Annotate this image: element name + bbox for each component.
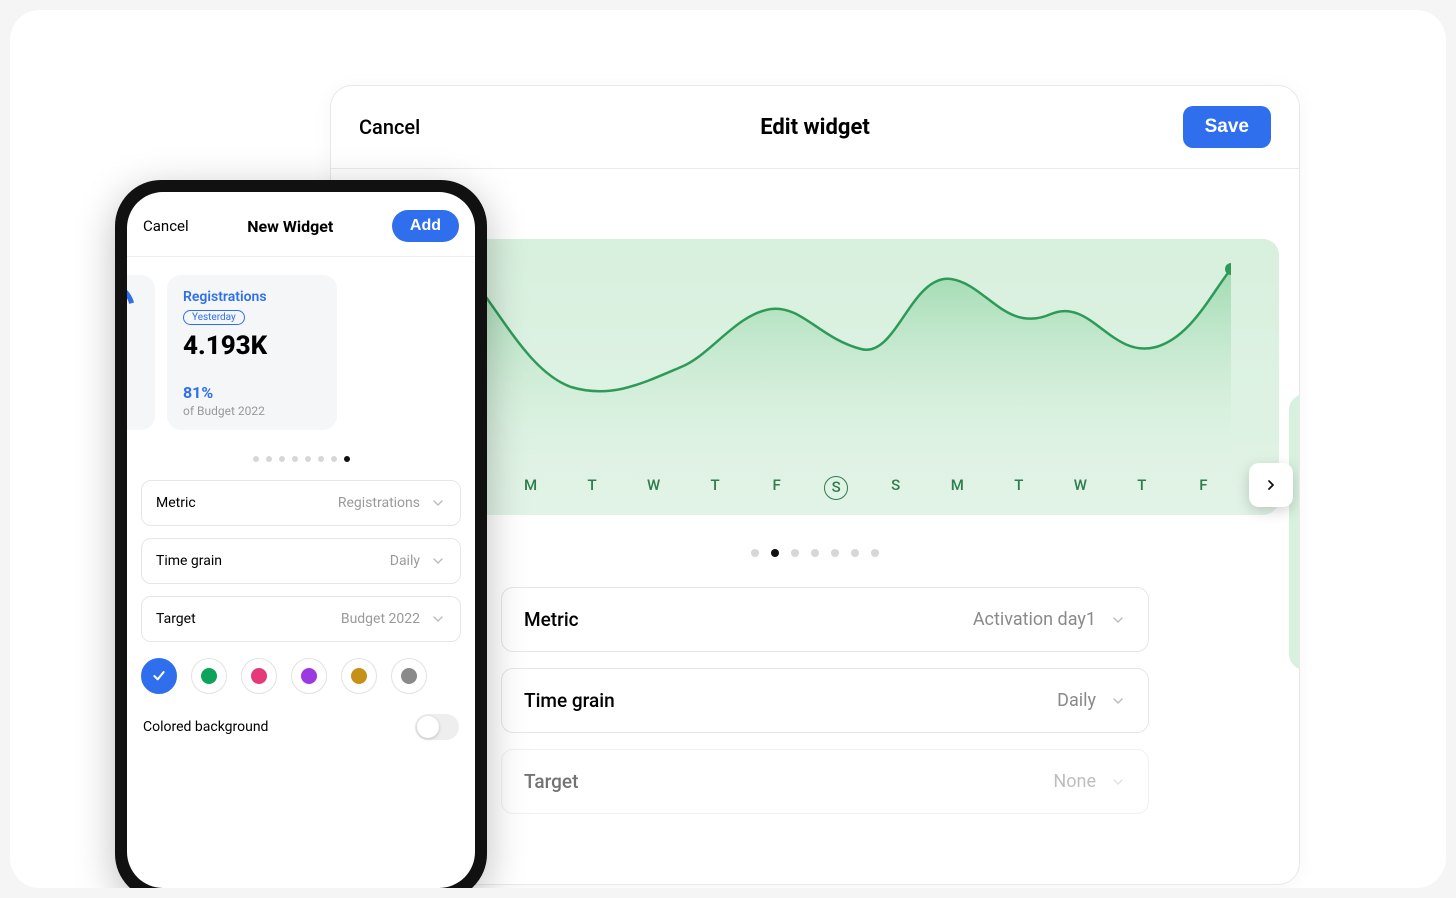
target-label: Target	[156, 611, 196, 627]
color-dot	[351, 668, 367, 684]
colored-background-toggle[interactable]	[415, 714, 459, 740]
pager-dot[interactable]	[344, 456, 350, 462]
time-grain-value: Daily	[1057, 690, 1096, 711]
color-dot	[301, 668, 317, 684]
chevron-down-icon	[1110, 774, 1126, 790]
pager-dot[interactable]	[811, 549, 819, 557]
target-value: Budget 2022	[341, 611, 420, 627]
color-swatches	[127, 642, 475, 704]
target-value: None	[1053, 771, 1096, 792]
metric-value: Activation day1	[973, 609, 1096, 630]
time-grain-select[interactable]: Time grain Daily	[501, 668, 1149, 733]
color-swatch[interactable]	[341, 658, 377, 694]
day-tick: F	[763, 476, 791, 500]
color-swatch[interactable]	[141, 658, 177, 694]
pager-dot[interactable]	[771, 549, 779, 557]
day-tick: T	[1128, 476, 1156, 500]
new-widget-screen: Cancel New Widget Add 4K ations et 2022 …	[127, 192, 475, 888]
widget-value: 4.193K	[183, 331, 321, 361]
day-tick: T	[701, 476, 729, 500]
metric-select[interactable]: Metric Activation day1	[501, 587, 1149, 652]
metric-select[interactable]: Metric Registrations	[141, 480, 461, 526]
pager-dot[interactable]	[292, 456, 298, 462]
target-select[interactable]: Target None	[501, 749, 1149, 814]
color-swatch[interactable]	[391, 658, 427, 694]
widget-card-registrations[interactable]: Registrations Yesterday 4.193K 81% of Bu…	[167, 275, 337, 430]
pager-dot[interactable]	[305, 456, 311, 462]
time-grain-select[interactable]: Time grain Daily	[141, 538, 461, 584]
time-grain-value: Daily	[390, 553, 420, 569]
widget-preview-scroll[interactable]: 4K ations et 2022 Registrations Yesterda…	[127, 257, 475, 430]
toggle-knob	[417, 716, 439, 738]
time-grain-label: Time grain	[524, 689, 615, 712]
day-tick: M	[943, 476, 971, 500]
pager-dot[interactable]	[279, 456, 285, 462]
pager-dot[interactable]	[851, 549, 859, 557]
widget-title: Registrations	[183, 289, 321, 305]
pager-dot[interactable]	[318, 456, 324, 462]
phone-form: Metric Registrations Time grain Daily Ta…	[127, 480, 475, 642]
color-dot	[251, 668, 267, 684]
color-swatch[interactable]	[241, 658, 277, 694]
next-button[interactable]	[1249, 463, 1293, 507]
pager-dot[interactable]	[253, 456, 259, 462]
chart-x-ticks: SMTWTFSSMTWTFS	[451, 476, 1279, 500]
day-tick: M	[517, 476, 545, 500]
color-dot	[401, 668, 417, 684]
color-swatch[interactable]	[191, 658, 227, 694]
progress-ring-icon	[127, 270, 146, 349]
day-tick: W	[1066, 476, 1094, 500]
pager-dot[interactable]	[331, 456, 337, 462]
target-select[interactable]: Target Budget 2022	[141, 596, 461, 642]
metric-value: Registrations	[338, 495, 420, 511]
chevron-down-icon	[1110, 612, 1126, 628]
check-icon	[151, 668, 167, 684]
pager-dot[interactable]	[751, 549, 759, 557]
color-dot	[201, 668, 217, 684]
day-tick: T	[1005, 476, 1033, 500]
toggle-label: Colored background	[143, 719, 268, 735]
pager-dot[interactable]	[791, 549, 799, 557]
cancel-button[interactable]: Cancel	[359, 115, 420, 139]
chevron-down-icon	[430, 553, 446, 569]
add-button[interactable]: Add	[392, 210, 459, 242]
day-tick: S	[882, 476, 910, 500]
cancel-button[interactable]: Cancel	[143, 217, 189, 235]
page-title: Edit widget	[760, 115, 870, 140]
widget-card-partial: 4K ations et 2022	[127, 275, 155, 430]
widget-percent-sub: of Budget 2022	[183, 404, 321, 418]
time-chip: Yesterday	[183, 310, 245, 325]
chevron-down-icon	[430, 495, 446, 511]
page-title: New Widget	[247, 217, 333, 236]
chevron-right-icon	[1263, 477, 1279, 493]
pager-dot[interactable]	[831, 549, 839, 557]
pager-dot[interactable]	[266, 456, 272, 462]
colored-background-row: Colored background	[127, 704, 475, 750]
line-chart	[451, 239, 1231, 454]
day-tick: W	[640, 476, 668, 500]
chevron-down-icon	[430, 611, 446, 627]
phone-header: Cancel New Widget Add	[127, 192, 475, 257]
color-swatch[interactable]	[291, 658, 327, 694]
pager-dot[interactable]	[871, 549, 879, 557]
chevron-down-icon	[1110, 693, 1126, 709]
day-tick: T	[578, 476, 606, 500]
day-tick: S	[824, 476, 848, 500]
save-button[interactable]: Save	[1183, 106, 1271, 148]
pager-dots[interactable]	[127, 456, 475, 462]
target-label: Target	[524, 770, 578, 793]
day-tick: F	[1189, 476, 1217, 500]
next-widget-peek: A	[1289, 394, 1300, 670]
desktop-header: Cancel Edit widget Save	[331, 86, 1299, 169]
metric-label: Metric	[156, 495, 196, 511]
widget-percent: 81%	[183, 383, 321, 402]
phone-frame: Cancel New Widget Add 4K ations et 2022 …	[115, 180, 487, 888]
metric-label: Metric	[524, 608, 579, 631]
time-grain-label: Time grain	[156, 553, 222, 569]
